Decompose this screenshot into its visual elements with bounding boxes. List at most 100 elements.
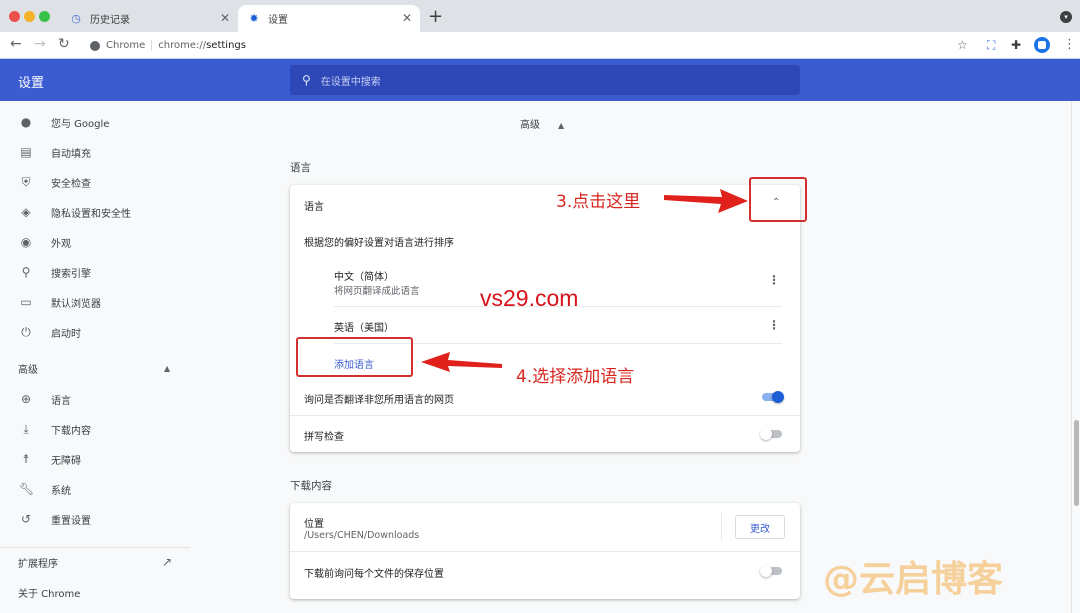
wrench-icon: 🔧︎ (19, 482, 35, 496)
close-window-button[interactable] (9, 11, 20, 22)
sidebar-item-label: 搜索引擎 (51, 268, 91, 280)
restore-icon: ↺ (20, 512, 32, 526)
download-location-path: /Users/CHEN/Downloads (304, 530, 420, 541)
sidebar-item-safety-check[interactable]: ⛨ 安全检查 (0, 167, 190, 197)
ask-where-label: 下载前询问每个文件的保存位置 (304, 569, 444, 580)
advanced-toggle[interactable]: 高级 ▲ (520, 116, 564, 131)
search-icon: ⚲ (21, 265, 31, 279)
sidebar-item-autofill[interactable]: ▤ 自动填充 (0, 137, 190, 167)
settings-search-input[interactable]: ⚲ 在设置中搜索 (290, 65, 800, 95)
translate-offer-toggle[interactable] (760, 390, 784, 404)
sidebar-item-label: 隐私设置和安全性 (51, 208, 131, 220)
url-path: settings (206, 40, 246, 51)
sidebar-item-search-engine[interactable]: ⚲ 搜索引擎 (0, 257, 190, 287)
change-location-button[interactable]: 更改 (735, 515, 785, 539)
extensions-puzzle-icon[interactable]: ✚ (1011, 38, 1021, 52)
sidebar-item-default-browser[interactable]: ▭ 默认浏览器 (0, 287, 190, 317)
language-name: 英语（美国） (334, 323, 394, 334)
languages-card-title: 语言 (304, 202, 324, 213)
sidebar-item-you-and-google[interactable]: ● 您与 Google (0, 107, 190, 137)
scrollbar-thumb[interactable] (1074, 420, 1079, 506)
sidebar-advanced-toggle[interactable]: 高级 ▲ (0, 353, 190, 383)
sidebar-item-label: 语言 (51, 395, 71, 407)
annotation-arrow-right (664, 189, 748, 213)
site-chip: Chrome (106, 40, 153, 51)
language-subtitle: 将网页翻译成此语言 (334, 286, 420, 297)
download-icon: ⤓ (23, 421, 29, 436)
person-icon: ● (20, 115, 32, 129)
search-placeholder: 在设置中搜索 (320, 76, 381, 88)
sidebar-item-appearance[interactable]: ◉ 外观 (0, 227, 190, 257)
spell-check-toggle[interactable] (760, 427, 784, 441)
language-name: 中文（简体） (334, 272, 394, 283)
sidebar-item-label: 默认浏览器 (51, 298, 101, 310)
more-actions-icon[interactable]: ⋮ (768, 318, 780, 332)
sidebar-item-downloads[interactable]: ⤓ 下载内容 (0, 414, 190, 444)
ask-where-toggle[interactable] (760, 564, 784, 578)
privacy-shield-icon: ◈ (21, 205, 31, 219)
chrome-menu-icon[interactable]: ⋮ (1063, 37, 1076, 52)
sidebar-item-about-chrome[interactable]: 关于 Chrome (0, 577, 190, 607)
sidebar-item-on-startup[interactable]: ⏻ 启动时 (0, 317, 190, 347)
url-prefix: chrome:// (158, 40, 207, 51)
url-text[interactable]: chrome://settings (152, 40, 246, 51)
page-title: 设置 (18, 76, 45, 91)
tab-search-icon[interactable]: ▾ (1060, 11, 1072, 23)
extension-crop-icon[interactable]: ⛶ (987, 38, 995, 53)
sidebar-item-languages[interactable]: ⊕ 语言 (0, 384, 190, 414)
advanced-toggle-label: 高级 (520, 120, 540, 131)
sidebar-item-accessibility[interactable]: ☨ 无障碍 (0, 444, 190, 474)
sidebar-item-system[interactable]: 🔧︎ 系统 (0, 474, 190, 504)
sidebar-item-label: 外观 (51, 238, 71, 250)
power-icon: ⏻ (21, 324, 31, 339)
back-arrow-icon[interactable]: ← (10, 36, 22, 52)
row-divider (290, 551, 800, 552)
accessibility-icon: ☨ (22, 452, 30, 466)
row-divider (290, 415, 800, 416)
browser-toolbar: ← → ↻ Chrome chrome://settings ☆ ⛶ ✚ ⋮ (0, 32, 1080, 59)
toggle-knob (760, 428, 772, 440)
address-bar[interactable]: Chrome chrome://settings (82, 35, 982, 56)
languages-section-title: 语言 (290, 162, 311, 174)
arrow-shape (421, 352, 502, 372)
sidebar-advanced-label: 高级 (18, 364, 38, 376)
spell-check-label: 拼写检查 (304, 432, 344, 443)
sidebar-item-reset[interactable]: ↺ 重置设置 (0, 504, 190, 534)
history-icon: ◷ (71, 12, 81, 25)
downloads-card: 位置 /Users/CHEN/Downloads 更改 下载前询问每个文件的保存… (290, 503, 800, 599)
close-tab-icon[interactable]: ✕ (220, 11, 230, 25)
close-tab-icon[interactable]: ✕ (402, 11, 412, 25)
minimize-window-button[interactable] (24, 11, 35, 22)
downloads-section-title: 下载内容 (290, 480, 332, 492)
search-icon: ⚲ (302, 73, 311, 87)
forward-arrow-icon[interactable]: → (34, 36, 46, 52)
tab-label: 历史记录 (90, 15, 130, 26)
open-in-new-icon: ↗ (162, 555, 173, 569)
new-tab-button[interactable]: + (428, 6, 443, 27)
language-order-hint: 根据您的偏好设置对语言进行排序 (304, 238, 454, 249)
caret-up-icon: ▲ (164, 363, 171, 373)
sidebar-item-label: 扩展程序 (18, 558, 58, 570)
toggle-knob (760, 565, 772, 577)
download-location-label: 位置 (304, 519, 324, 530)
tab-settings[interactable]: ✸ 设置 ✕ (238, 5, 420, 32)
annotation-arrow-left (421, 352, 502, 372)
sidebar-item-label: 重置设置 (51, 515, 91, 527)
tab-history[interactable]: ◷ 历史记录 ✕ (60, 5, 238, 32)
annotation-highlight-collapse (749, 177, 807, 222)
tab-strip: ◷ 历史记录 ✕ ✸ 设置 ✕ + ▾ (0, 0, 1080, 32)
shield-check-icon: ⛨ (21, 174, 31, 189)
languages-card: 语言 ⌃ 根据您的偏好设置对语言进行排序 中文（简体） 将网页翻译成此语言 ⋮ … (290, 185, 800, 452)
more-actions-icon[interactable]: ⋮ (768, 273, 780, 287)
bookmark-star-icon[interactable]: ☆ (957, 38, 968, 52)
sidebar-item-label: 关于 Chrome (18, 588, 81, 600)
reload-icon[interactable]: ↻ (58, 36, 70, 52)
palette-icon: ◉ (20, 235, 32, 249)
vertical-separator (721, 513, 722, 541)
sidebar-item-privacy[interactable]: ◈ 隐私设置和安全性 (0, 197, 190, 227)
maximize-window-button[interactable] (39, 11, 50, 22)
profile-avatar[interactable] (1034, 37, 1050, 53)
scrollbar-track[interactable] (1071, 101, 1080, 613)
sidebar-item-extensions[interactable]: 扩展程序 ↗ (0, 547, 190, 577)
watermark-site: vs29.com (480, 285, 579, 311)
